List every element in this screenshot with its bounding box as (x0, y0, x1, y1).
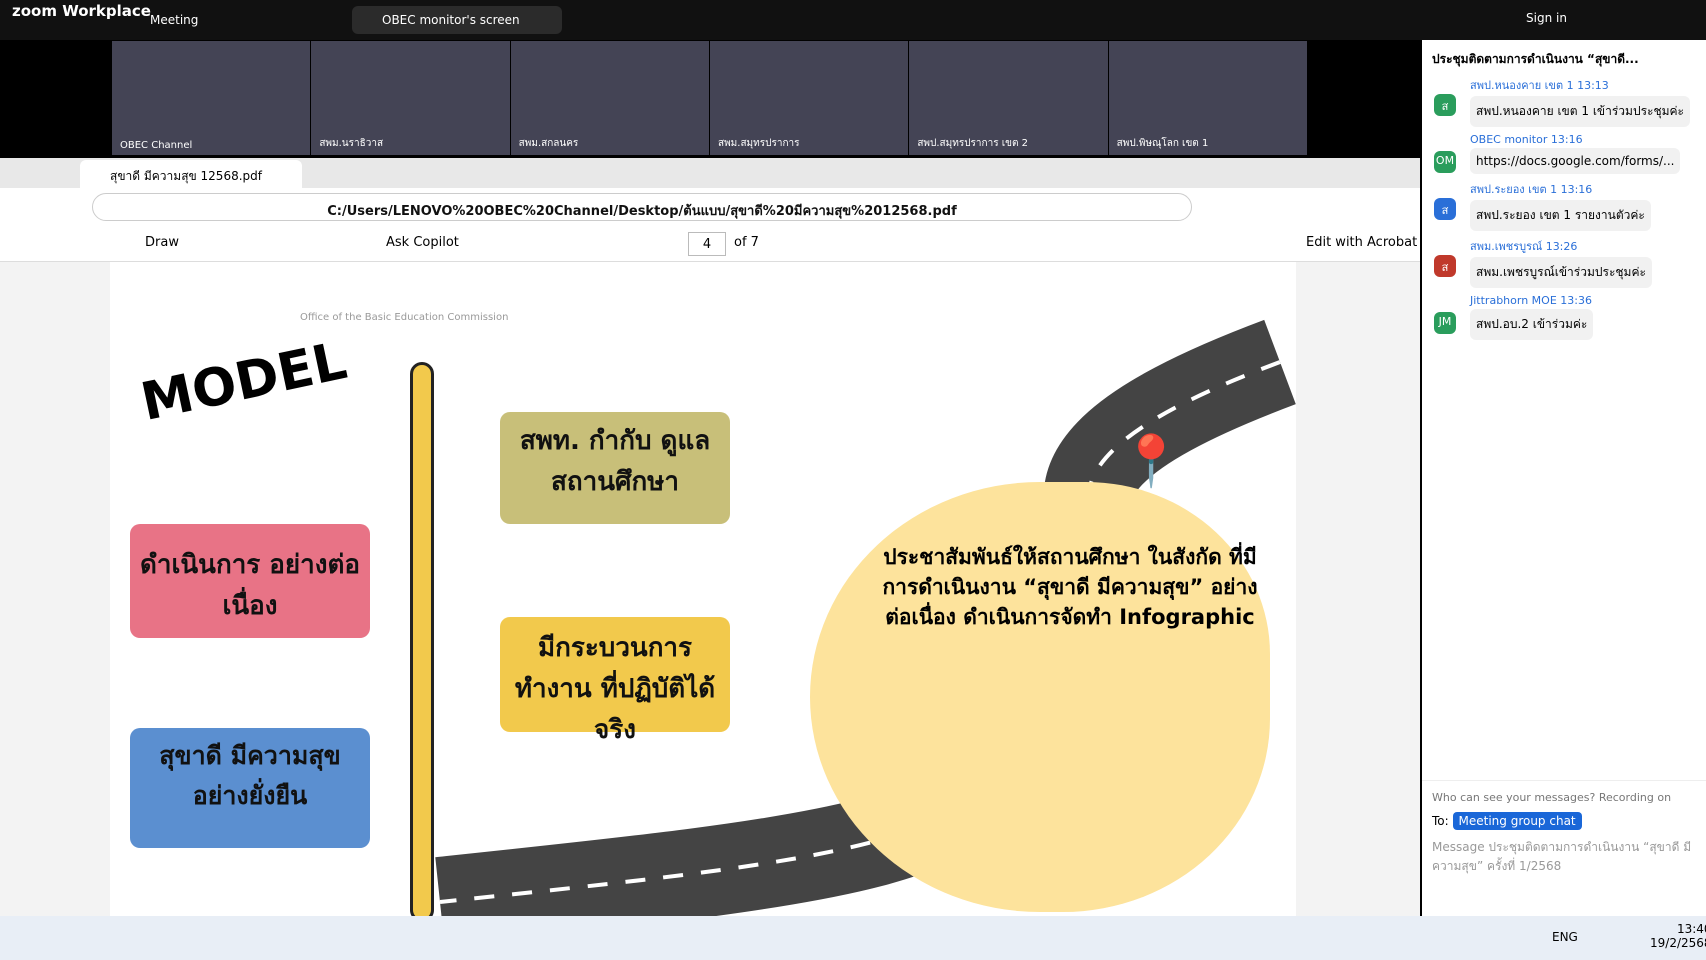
video-thumb[interactable]: สพม.นราธิวาส (311, 41, 510, 155)
clock: 13:4019/2/2568 (1650, 922, 1706, 950)
step-box-1: สพท. กำกับ ดูแล สถานศึกษา (500, 412, 730, 524)
zoom-logo: zoom Workplace (12, 2, 151, 20)
compose-area: Who can see your messages? Recording on … (1422, 780, 1706, 916)
video-thumb[interactable]: สพป.สมุทรปราการ เขต 2 (909, 41, 1108, 155)
chat-message: OM OBEC monitor 13:16 https://docs.google.… (1422, 133, 1706, 174)
avatar: ส (1434, 94, 1456, 116)
avatar: OM (1434, 151, 1456, 173)
step-box-3: มีกระบวนการ ทำงาน ที่ปฏิบัติได้จริง (500, 617, 730, 745)
step-box-2: ดำเนินการ อย่างต่อเนื่อง (130, 524, 370, 638)
meeting-label[interactable]: Meeting (150, 13, 198, 27)
zoom-window: zoom Workplace Meeting OBEC monitor's sc… (0, 0, 1706, 960)
location-pin-icon: 📍 (1120, 432, 1183, 490)
draw-button[interactable]: Draw (145, 235, 179, 250)
video-thumb[interactable]: สพป.พิษณุโลก เขต 1 (1108, 41, 1307, 155)
video-thumb[interactable]: OBEC Channel (112, 41, 311, 155)
model-title: MODEL (136, 331, 352, 433)
address-bar: C:/Users/LENOVO%20OBEC%20Channel/Desktop… (0, 188, 1420, 226)
chat-message: สสพป.ระยอง เขต 1 13:16 สพป.ระยอง เขต 1 รา… (1422, 180, 1706, 231)
pdf-tab[interactable]: สุขาดี มีความสุข 12568.pdf (80, 160, 302, 188)
pdf-page: Office of the Basic Education Commission… (110, 262, 1296, 916)
chat-panel: ประชุมติดตามการดำเนินงาน “สุขาดี... สสพป… (1422, 40, 1706, 916)
chat-message: JM Jittrabhorn MOE 13:36 สพป.อบ.2 เข้าร่วม… (1422, 294, 1706, 340)
url-input[interactable]: C:/Users/LENOVO%20OBEC%20Channel/Desktop… (92, 193, 1192, 221)
chat-message: สสพม.เพชรบูรณ์ 13:26 สพม.เพชรบูรณ์เข้าร่ว… (1422, 237, 1706, 288)
video-thumb[interactable]: สพม.สกลนคร (510, 41, 709, 155)
step-box-4: สุขาดี มีความสุข อย่างยั่งยืน (130, 728, 370, 848)
pdf-viewer: สุขาดี มีความสุข 12568.pdf C:/Users/LENO… (0, 158, 1420, 916)
ask-copilot-button[interactable]: Ask Copilot (386, 235, 459, 250)
avatar: ส (1434, 198, 1456, 220)
pdf-toolbar: Draw Ask Copilot 4 of 7 Edit with Acroba… (0, 226, 1420, 262)
edit-acrobat-button[interactable]: Edit with Acrobat (1306, 235, 1417, 250)
language-indicator[interactable]: ENG (1552, 930, 1578, 944)
chat-message: สสพป.หนองคาย เขต 1 13:13 สพป.หนองคาย เขต … (1422, 76, 1706, 127)
windows-taskbar: ENG 13:4019/2/2568 (0, 916, 1706, 960)
video-thumbnails: OBEC Channel สพม.นราธิวาส สพม.สกลนคร สพม… (112, 41, 1308, 155)
message-input[interactable]: Message ประชุมติดตามการดำเนินงาน “สุขาดี… (1432, 838, 1696, 876)
recipient-select[interactable]: Meeting group chat (1452, 812, 1582, 830)
video-thumb[interactable]: สพม.สมุทรปราการ (709, 41, 909, 155)
avatar: JM (1434, 312, 1456, 334)
pr-text: ประชาสัมพันธ์ให้สถานศึกษา ในสังกัด ที่มี… (882, 545, 1258, 629)
sign-in-button[interactable]: Sign in (1526, 11, 1567, 25)
page-number-input[interactable]: 4 (688, 232, 726, 256)
browser-tabbar: สุขาดี มีความสุข 12568.pdf (0, 158, 1420, 188)
privacy-note: Who can see your messages? Recording on (1432, 791, 1672, 804)
avatar: ส (1434, 255, 1456, 277)
share-indicator[interactable]: OBEC monitor's screen (352, 6, 562, 34)
zoom-topbar: zoom Workplace Meeting OBEC monitor's sc… (0, 0, 1706, 40)
page-count: of 7 (734, 235, 759, 250)
chat-title: ประชุมติดตามการดำเนินงาน “สุขาดี... (1432, 52, 1639, 66)
